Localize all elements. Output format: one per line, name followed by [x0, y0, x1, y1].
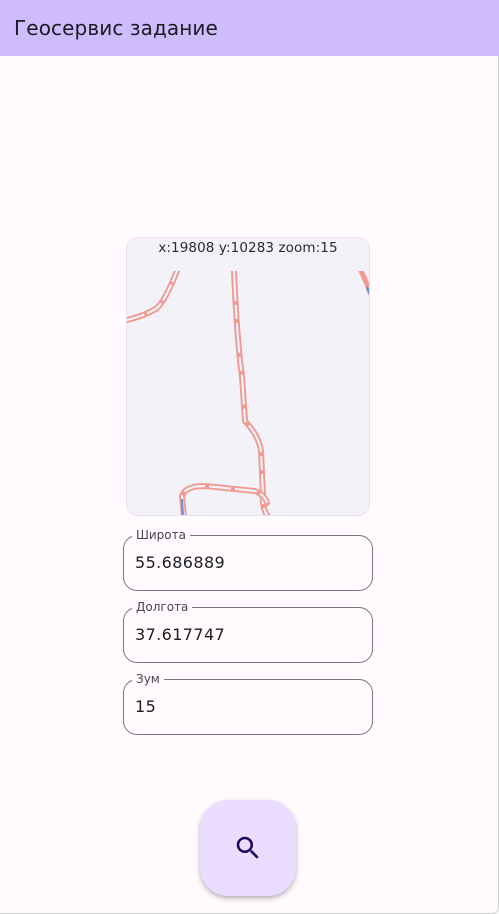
- app-title: Геосервис задание: [14, 16, 218, 40]
- map-waterway: [181, 498, 184, 515]
- zoom-field[interactable]: Зум 15: [123, 672, 373, 735]
- latitude-input[interactable]: 55.686889: [135, 553, 225, 572]
- search-button[interactable]: [200, 800, 296, 896]
- search-icon: [236, 836, 259, 859]
- longitude-label: Долгота: [132, 600, 193, 614]
- zoom-input[interactable]: 15: [135, 697, 156, 716]
- tile-coordinates-label: x:19808 y:10283 zoom:15: [158, 240, 338, 256]
- longitude-field[interactable]: Долгота 37.617747: [123, 600, 373, 663]
- map-tile-image: [127, 271, 369, 515]
- longitude-input[interactable]: 37.617747: [135, 625, 225, 644]
- latitude-field[interactable]: Широта 55.686889: [123, 528, 373, 591]
- app-bar: Геосервис задание: [0, 0, 499, 56]
- zoom-label: Зум: [132, 672, 164, 686]
- map-tile-card: x:19808 y:10283 zoom:15: [126, 237, 370, 516]
- app-window: Геосервис задание x:19808 y:10283 zoom:1…: [0, 0, 499, 914]
- latitude-label: Широта: [132, 528, 190, 542]
